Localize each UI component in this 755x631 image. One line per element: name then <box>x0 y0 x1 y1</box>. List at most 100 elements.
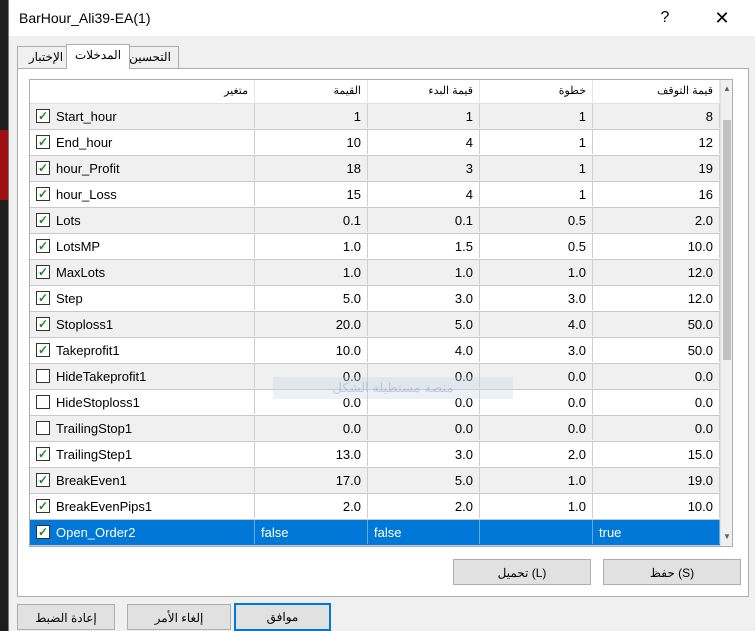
cell-start[interactable]: 1.5 <box>368 234 480 258</box>
cell-step[interactable]: 1.0 <box>480 468 593 492</box>
cell-value[interactable]: 18 <box>255 156 368 180</box>
cell-value[interactable]: 1.0 <box>255 234 368 258</box>
cell-variable[interactable]: ✓ TrailingStep1 <box>30 442 255 466</box>
cell-stop[interactable]: 0.0 <box>593 546 720 547</box>
cell-variable[interactable]: ✓ Start_hour <box>30 104 255 128</box>
table-row[interactable]: ✓ Stoploss1 20.0 5.0 4.0 50.0 <box>30 312 720 338</box>
scroll-down-icon[interactable]: ▼ <box>721 530 732 544</box>
cell-variable[interactable]: ✓ MaxLots <box>30 260 255 284</box>
cell-value[interactable]: 21.0 <box>255 546 368 547</box>
table-row[interactable]: ✓ End_hour 10 4 1 12 <box>30 130 720 156</box>
cell-start[interactable]: 3.0 <box>368 442 480 466</box>
checkbox-checked-icon[interactable]: ✓ <box>36 291 50 305</box>
cell-value[interactable]: 5.0 <box>255 286 368 310</box>
column-header-variable[interactable]: متغير <box>30 80 255 103</box>
cell-variable[interactable]: ✓ Stoploss1 <box>30 312 255 336</box>
column-header-stop[interactable]: قيمة التوقف <box>593 80 720 103</box>
cell-stop[interactable]: true <box>593 520 720 544</box>
scroll-up-icon[interactable]: ▲ <box>721 82 732 96</box>
cell-variable[interactable]: TrailingStop1 <box>30 416 255 440</box>
cell-stop[interactable]: 12 <box>593 130 720 154</box>
cell-value[interactable]: 10 <box>255 130 368 154</box>
checkbox-checked-icon[interactable]: ✓ <box>36 473 50 487</box>
cell-step[interactable]: 0.0 <box>480 546 593 547</box>
checkbox-checked-icon[interactable]: ✓ <box>36 239 50 253</box>
cell-variable[interactable]: HideTakeprofit1 <box>30 364 255 388</box>
table-row[interactable]: ✓ BreakEven1 17.0 5.0 1.0 19.0 <box>30 468 720 494</box>
cell-step[interactable]: 1 <box>480 104 593 128</box>
cell-value[interactable]: 15 <box>255 182 368 206</box>
checkbox-unchecked-icon[interactable] <box>36 395 50 409</box>
cell-start[interactable]: 0.1 <box>368 208 480 232</box>
cell-variable[interactable]: ✓ End_hour <box>30 130 255 154</box>
checkbox-checked-icon[interactable]: ✓ <box>36 317 50 331</box>
cell-start[interactable]: 0.0 <box>368 546 480 547</box>
checkbox-unchecked-icon[interactable] <box>36 369 50 383</box>
ok-button[interactable]: موافق <box>234 603 331 631</box>
cell-step[interactable]: 3.0 <box>480 286 593 310</box>
checkbox-checked-icon[interactable]: ✓ <box>36 343 50 357</box>
cell-start[interactable]: 4 <box>368 130 480 154</box>
cell-stop[interactable]: 0.0 <box>593 364 720 388</box>
cell-start[interactable]: false <box>368 520 480 544</box>
cell-step[interactable]: 4.0 <box>480 312 593 336</box>
cell-start[interactable]: 4 <box>368 182 480 206</box>
cancel-button[interactable]: إلغاء الأمر <box>127 604 231 630</box>
cell-stop[interactable]: 50.0 <box>593 338 720 362</box>
cell-value[interactable]: 0.0 <box>255 416 368 440</box>
cell-step[interactable]: 1 <box>480 156 593 180</box>
cell-step[interactable]: 1 <box>480 182 593 206</box>
cell-variable[interactable]: ✓ Lots <box>30 208 255 232</box>
cell-variable[interactable]: Stoploss2 <box>30 546 255 547</box>
table-row[interactable]: ✓ hour_Profit 18 3 1 19 <box>30 156 720 182</box>
table-row[interactable]: Stoploss221.00.00.00.0 <box>30 546 720 547</box>
cell-value[interactable]: 1.0 <box>255 260 368 284</box>
checkbox-checked-icon[interactable]: ✓ <box>36 525 50 539</box>
column-header-value[interactable]: القيمة <box>255 80 368 103</box>
cell-variable[interactable]: ✓ hour_Profit <box>30 156 255 180</box>
table-row[interactable]: ✓ Takeprofit1 10.0 4.0 3.0 50.0 <box>30 338 720 364</box>
checkbox-checked-icon[interactable]: ✓ <box>36 187 50 201</box>
cell-variable[interactable]: ✓ hour_Loss <box>30 182 255 206</box>
reset-button[interactable]: إعادة الضبط <box>17 604 115 630</box>
checkbox-checked-icon[interactable]: ✓ <box>36 161 50 175</box>
checkbox-checked-icon[interactable]: ✓ <box>36 499 50 513</box>
cell-stop[interactable]: 15.0 <box>593 442 720 466</box>
table-row[interactable]: ✓ hour_Loss 15 4 1 16 <box>30 182 720 208</box>
cell-variable[interactable]: ✓ Step <box>30 286 255 310</box>
cell-start[interactable]: 3 <box>368 156 480 180</box>
table-row[interactable]: ✓ MaxLots 1.0 1.0 1.0 12.0 <box>30 260 720 286</box>
column-header-start[interactable]: قيمة البدء <box>368 80 480 103</box>
column-header-step[interactable]: خطوة <box>480 80 593 103</box>
help-button[interactable]: ? <box>650 6 680 30</box>
cell-value[interactable]: 10.0 <box>255 338 368 362</box>
table-row[interactable]: ✓ Lots 0.1 0.1 0.5 2.0 <box>30 208 720 234</box>
cell-step[interactable]: 1.0 <box>480 260 593 284</box>
cell-step[interactable]: 0.5 <box>480 234 593 258</box>
scroll-thumb[interactable] <box>723 120 731 360</box>
load-button[interactable]: تحميل (L) <box>453 559 591 585</box>
cell-stop[interactable]: 19.0 <box>593 468 720 492</box>
cell-value[interactable]: false <box>255 520 368 544</box>
cell-variable[interactable]: ✓ BreakEven1 <box>30 468 255 492</box>
tab-inputs[interactable]: المدخلات <box>66 44 130 69</box>
cell-stop[interactable]: 8 <box>593 104 720 128</box>
table-row[interactable]: ✓ Open_Order2 false false true <box>30 520 720 546</box>
checkbox-checked-icon[interactable]: ✓ <box>36 265 50 279</box>
cell-value[interactable]: 2.0 <box>255 494 368 518</box>
cell-stop[interactable]: 10.0 <box>593 234 720 258</box>
cell-step[interactable] <box>480 520 593 544</box>
cell-step[interactable]: 0.0 <box>480 416 593 440</box>
cell-variable[interactable]: HideStoploss1 <box>30 390 255 414</box>
cell-start[interactable]: 4.0 <box>368 338 480 362</box>
cell-start[interactable]: 1.0 <box>368 260 480 284</box>
checkbox-checked-icon[interactable]: ✓ <box>36 109 50 123</box>
cell-start[interactable]: 2.0 <box>368 494 480 518</box>
cell-stop[interactable]: 2.0 <box>593 208 720 232</box>
table-row[interactable]: ✓ Step 5.0 3.0 3.0 12.0 <box>30 286 720 312</box>
cell-step[interactable]: 1.0 <box>480 494 593 518</box>
checkbox-checked-icon[interactable]: ✓ <box>36 447 50 461</box>
cell-stop[interactable]: 0.0 <box>593 390 720 414</box>
cell-stop[interactable]: 12.0 <box>593 286 720 310</box>
cell-value[interactable]: 20.0 <box>255 312 368 336</box>
